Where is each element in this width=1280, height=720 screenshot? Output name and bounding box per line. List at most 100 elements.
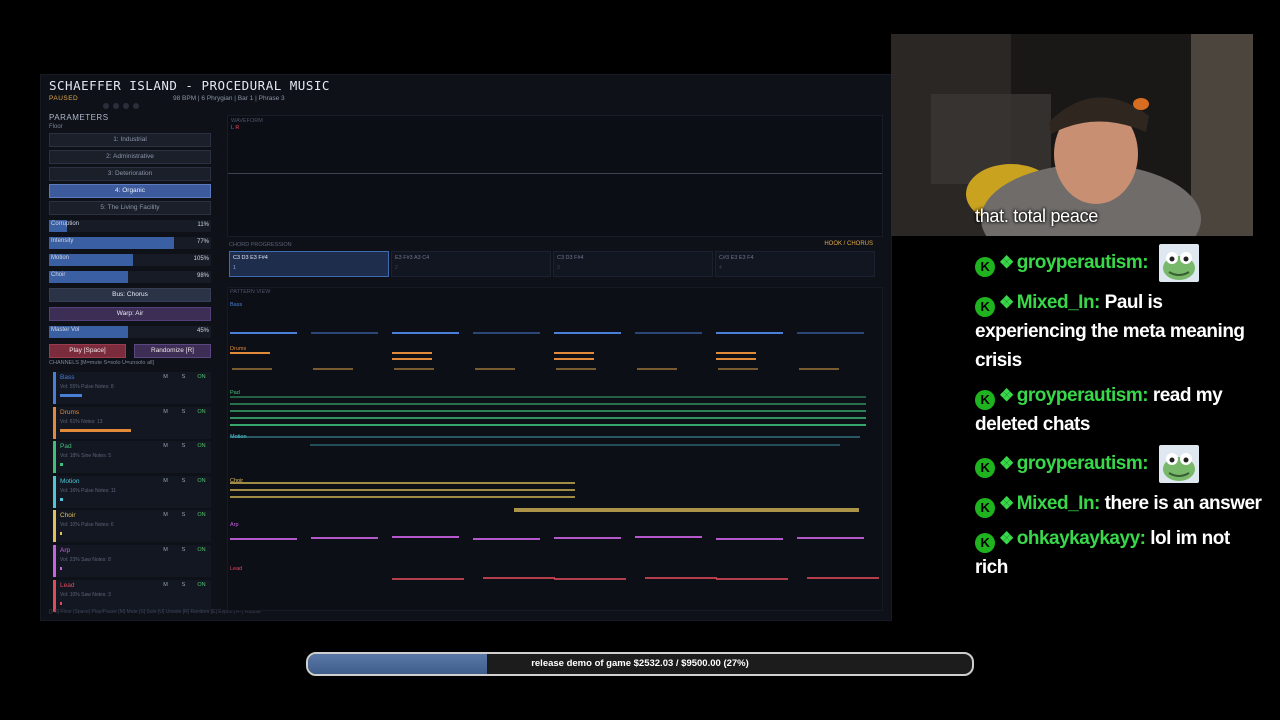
- music-app-window: SCHAEFFER ISLAND - PROCEDURAL MUSIC PAUS…: [40, 74, 892, 621]
- chord-block-1[interactable]: C3 D3 E3 F#4 1: [229, 251, 389, 277]
- warp-air-button[interactable]: Warp: Air: [49, 307, 211, 321]
- floor-button-1[interactable]: 1: Industrial: [49, 133, 211, 147]
- app-title: SCHAEFFER ISLAND - PROCEDURAL MUSIC: [49, 78, 330, 93]
- channel-info: Vol: 55% Pulse Notes: 8: [60, 384, 114, 390]
- mute-button[interactable]: M: [160, 409, 171, 415]
- chord-number: 1: [233, 265, 236, 271]
- frog-emote-icon: [1158, 244, 1199, 282]
- solo-button[interactable]: S: [178, 547, 189, 553]
- mute-button[interactable]: M: [160, 374, 171, 380]
- solo-button[interactable]: S: [178, 478, 189, 484]
- solo-button[interactable]: S: [178, 512, 189, 518]
- chord-number: 2: [395, 265, 398, 271]
- note: [799, 368, 839, 370]
- solo-button[interactable]: S: [178, 443, 189, 449]
- note: [392, 352, 432, 354]
- note: [554, 578, 626, 580]
- mute-button[interactable]: M: [160, 582, 171, 588]
- solo-button[interactable]: S: [178, 409, 189, 415]
- note: [313, 368, 353, 370]
- solo-button[interactable]: S: [178, 582, 189, 588]
- note: [392, 536, 459, 538]
- slider-motion[interactable]: Motion 105%: [49, 254, 211, 266]
- solo-button[interactable]: S: [178, 374, 189, 380]
- floor-button-4[interactable]: 4: Organic: [49, 184, 211, 198]
- note: [230, 482, 575, 484]
- status-dots: [103, 96, 143, 114]
- frog-emote-icon: [1158, 445, 1199, 483]
- note: [473, 332, 540, 334]
- stream-caption: that. total peace: [975, 206, 1098, 226]
- channel-on-toggle[interactable]: ON: [196, 374, 207, 380]
- channel-on-toggle[interactable]: ON: [196, 582, 207, 588]
- note: [392, 332, 459, 334]
- bus-chorus-button[interactable]: Bus: Chorus: [49, 288, 211, 302]
- note: [311, 332, 378, 334]
- note: [230, 496, 575, 498]
- channel-info: Vol: 10% Pulse Notes: 6: [60, 522, 114, 529]
- slider-corruption[interactable]: Corruption 11%: [49, 220, 211, 232]
- chat-message: K ❖ groyperautism:: [975, 445, 1265, 483]
- channel-drums: Drums Vol: 61% Notes: 13 M S ON: [53, 406, 211, 439]
- chord-block-2[interactable]: E3 F#3 A3 C4 2: [391, 251, 551, 277]
- chord-block-4[interactable]: C#3 E3 E3 F4 4: [715, 251, 875, 277]
- chat-panel: K ❖ groyperautism: K ❖ Mixed_In: Paul is exp…: [975, 244, 1265, 588]
- channel-pad: Pad Vol: 18% Sine Notes: 5 M S ON: [53, 441, 211, 474]
- note: [230, 538, 297, 540]
- kick-badge-icon: K: [975, 297, 995, 317]
- chord-block-3[interactable]: C3 D3 F#4 3: [553, 251, 713, 277]
- channel-level-meter: [60, 601, 62, 605]
- mute-button[interactable]: M: [160, 443, 171, 449]
- chat-message: K ❖ Mixed_In: there is an answer: [975, 489, 1265, 518]
- channel-level-meter: [60, 567, 62, 570]
- channel-info: Vol: 16% Pulse Notes: 11: [60, 487, 117, 494]
- note: [473, 538, 540, 540]
- channel-color-bar: [53, 406, 56, 439]
- channel-name: Drums: [60, 408, 80, 416]
- chat-username: Mixed_In:: [1016, 493, 1101, 514]
- pattern-view: PATTERN VIEW Bass Drums Pad Motion Choir Arp L…: [227, 287, 883, 611]
- channel-info: Vol: 61% Notes: 13: [60, 418, 103, 425]
- tempo-meta: 98 BPM | 6 Phrygian | Bar 1 | Phrase 3: [173, 95, 285, 102]
- note: [230, 396, 866, 398]
- chat-username: groyperautism:: [1016, 385, 1149, 406]
- gem-badge-icon: ❖: [999, 386, 1014, 405]
- slider-intensity[interactable]: Intensity 77%: [49, 237, 211, 249]
- note: [230, 489, 575, 491]
- channel-name: Motion: [60, 477, 80, 485]
- channel-on-toggle[interactable]: ON: [196, 547, 207, 553]
- channel-on-toggle[interactable]: ON: [196, 478, 207, 484]
- chord-notes: C3 D3 E3 F#4: [233, 255, 268, 261]
- chord-number: 3: [557, 265, 560, 271]
- mute-button[interactable]: M: [160, 478, 171, 484]
- note: [483, 577, 555, 579]
- slider-label: Choir: [51, 272, 66, 278]
- floor-button-5[interactable]: 5: The Living Facility: [49, 201, 211, 215]
- channel-on-toggle[interactable]: ON: [196, 409, 207, 415]
- channel-info: Vol: 10% Saw Notes: 3: [60, 591, 111, 598]
- channel-on-toggle[interactable]: ON: [196, 512, 207, 518]
- note: [637, 368, 677, 370]
- slider-value: 105%: [193, 256, 209, 262]
- track-label-lead: Lead: [230, 566, 242, 572]
- kick-badge-icon: K: [975, 533, 995, 553]
- mute-button[interactable]: M: [160, 512, 171, 518]
- note: [394, 368, 434, 370]
- note: [514, 508, 859, 512]
- slider-choir[interactable]: Choir 98%: [49, 271, 211, 283]
- randomize-button[interactable]: Randomize [R]: [134, 344, 211, 358]
- channel-level-meter: [60, 532, 62, 536]
- play-button[interactable]: Play [Space]: [49, 344, 126, 358]
- parameters-panel: PARAMETERS Floor 1: Industrial 2: Adminis…: [49, 113, 211, 358]
- floor-button-3[interactable]: 3: Deterioration: [49, 167, 211, 181]
- kick-badge-icon: K: [975, 257, 995, 278]
- floor-button-2[interactable]: 2: Administrative: [49, 150, 211, 164]
- channel-on-toggle[interactable]: ON: [196, 443, 207, 449]
- note: [807, 577, 879, 579]
- kick-badge-icon: K: [975, 458, 995, 479]
- note: [554, 358, 594, 360]
- channel-level-meter: [60, 497, 64, 501]
- master-volume-slider[interactable]: Master Vol 45%: [49, 326, 211, 338]
- track-label-bass: Bass: [230, 302, 242, 308]
- mute-button[interactable]: M: [160, 547, 171, 553]
